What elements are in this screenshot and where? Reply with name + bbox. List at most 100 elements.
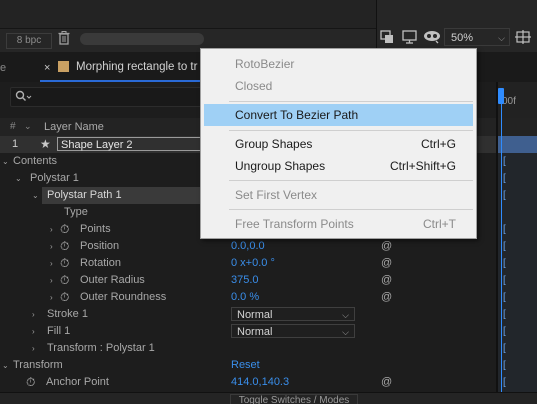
keyframe-marker[interactable]: [ xyxy=(503,221,506,238)
search-input[interactable] xyxy=(10,87,202,107)
menu-item-label: Free Transform Points xyxy=(235,217,354,231)
stopwatch-icon[interactable]: ⏱ xyxy=(26,374,35,391)
zoom-value: 50% xyxy=(451,32,474,44)
stopwatch-icon[interactable]: ⏱ xyxy=(60,289,69,306)
tab-composition[interactable]: Morphing rectangle to tr xyxy=(76,61,201,73)
menu-item-set-first-vertex[interactable]: Set First Vertex xyxy=(201,184,476,206)
keyframe-marker[interactable]: [ xyxy=(503,170,506,187)
column-number[interactable]: # xyxy=(10,121,16,132)
menu-item-shortcut: Ctrl+Shift+G xyxy=(389,159,456,173)
menu-item-label: Closed xyxy=(235,79,273,93)
layer-duration-bar[interactable] xyxy=(498,136,537,153)
rotation-value[interactable]: 0 x+0.0 ° xyxy=(231,255,275,272)
menu-separator xyxy=(229,101,473,102)
twirl-right-icon[interactable]: › xyxy=(50,259,53,268)
stopwatch-icon[interactable]: ⏱ xyxy=(60,272,69,289)
panel-divider[interactable] xyxy=(496,82,498,403)
property-type[interactable]: Type xyxy=(64,204,88,221)
chevron-down-icon: ⌵ xyxy=(342,327,349,337)
keyframe-marker[interactable]: [ xyxy=(503,272,506,289)
twirl-right-icon[interactable]: › xyxy=(50,276,53,285)
zoom-dropdown[interactable]: 50% ⌵ xyxy=(444,28,510,46)
stopwatch-icon[interactable]: ⏱ xyxy=(60,238,69,255)
menu-item-shortcut: Ctrl+G xyxy=(420,137,456,151)
keyframe-marker[interactable]: [ xyxy=(503,357,506,374)
expression-pickwhip-icon[interactable]: @ xyxy=(381,272,392,289)
position-value[interactable]: 0.0,0.0 xyxy=(231,238,265,255)
keyframe-marker[interactable]: [ xyxy=(503,187,506,204)
contents-group[interactable]: Contents xyxy=(13,153,57,170)
panel-menu-icon[interactable]: e xyxy=(0,62,6,74)
keyframe-marker[interactable]: [ xyxy=(503,340,506,357)
twirl-right-icon[interactable]: › xyxy=(32,344,35,353)
fill-group[interactable]: Fill 1 xyxy=(47,323,70,340)
menu-item-label: Convert To Bezier Path xyxy=(235,108,359,122)
close-tab-icon[interactable]: × xyxy=(44,62,50,74)
bit-depth-button[interactable]: 8 bpc xyxy=(6,33,52,49)
fill-blend-mode-select[interactable]: Normal ⌵ xyxy=(231,324,355,338)
outer-roundness-value[interactable]: 0.0 % xyxy=(231,289,259,306)
region-of-interest-icon[interactable] xyxy=(380,30,394,47)
chevron-down-icon: ⌵ xyxy=(498,33,505,43)
keyframe-marker[interactable]: [ xyxy=(503,255,506,272)
property-outer-radius[interactable]: Outer Radius xyxy=(80,272,145,289)
twirl-down-icon[interactable]: ⌄ xyxy=(32,191,39,200)
twirl-down-icon[interactable]: ⌄ xyxy=(2,361,9,370)
grid-guides-icon[interactable] xyxy=(515,30,531,47)
twirl-down-icon[interactable]: ⌄ xyxy=(15,174,22,183)
shape-layer-star-icon: ★ xyxy=(40,137,51,151)
mask-visibility-icon[interactable] xyxy=(423,30,441,47)
transform-polystar-group[interactable]: Transform : Polystar 1 xyxy=(47,340,155,357)
menu-item-rotobezier[interactable]: RotoBezier xyxy=(201,53,476,75)
keyframe-marker[interactable]: [ xyxy=(503,289,506,306)
playhead-handle[interactable] xyxy=(498,88,504,104)
keyframe-marker[interactable]: [ xyxy=(503,153,506,170)
property-rotation[interactable]: Rotation xyxy=(80,255,121,272)
time-ruler-label: 00f xyxy=(502,96,516,107)
transform-reset-link[interactable]: Reset xyxy=(231,357,260,374)
keyframe-marker[interactable]: [ xyxy=(503,238,506,255)
property-position[interactable]: Position xyxy=(80,238,119,255)
keyframe-marker[interactable]: [ xyxy=(503,323,506,340)
trash-icon[interactable] xyxy=(58,31,72,47)
menu-item-label: Group Shapes xyxy=(235,137,313,151)
layer-name-field[interactable]: Shape Layer 2 xyxy=(57,137,203,151)
property-points[interactable]: Points xyxy=(80,221,111,238)
menu-item-closed[interactable]: Closed xyxy=(201,75,476,97)
stroke-blend-mode-value: Normal xyxy=(237,309,273,321)
transform-group[interactable]: Transform xyxy=(13,357,63,374)
polystar-path-group[interactable]: Polystar Path 1 xyxy=(47,187,122,204)
menu-item-ungroup-shapes[interactable]: Ungroup Shapes Ctrl+Shift+G xyxy=(201,155,476,177)
property-outer-roundness[interactable]: Outer Roundness xyxy=(80,289,166,306)
menu-item-convert-to-bezier-path[interactable]: Convert To Bezier Path xyxy=(204,104,473,126)
twirl-right-icon[interactable]: › xyxy=(32,310,35,319)
menu-item-label: Ungroup Shapes xyxy=(235,159,326,173)
stopwatch-icon[interactable]: ⏱ xyxy=(60,221,69,238)
menu-item-free-transform-points[interactable]: Free Transform Points Ctrl+T xyxy=(201,213,476,235)
twirl-right-icon[interactable]: › xyxy=(32,327,35,336)
expression-pickwhip-icon[interactable]: @ xyxy=(381,289,392,306)
stroke-group[interactable]: Stroke 1 xyxy=(47,306,88,323)
monitor-icon[interactable] xyxy=(402,30,417,47)
polystar-group[interactable]: Polystar 1 xyxy=(30,170,79,187)
keyframe-marker[interactable]: [ xyxy=(503,374,506,391)
expression-pickwhip-icon[interactable]: @ xyxy=(381,374,392,391)
outer-radius-value[interactable]: 375.0 xyxy=(231,272,259,289)
column-layer-name[interactable]: Layer Name xyxy=(44,121,104,133)
twirl-down-icon[interactable]: ⌄ xyxy=(2,157,9,166)
twirl-right-icon[interactable]: › xyxy=(50,242,53,251)
expression-pickwhip-icon[interactable]: @ xyxy=(381,255,392,272)
twirl-right-icon[interactable]: › xyxy=(50,225,53,234)
playhead-line xyxy=(501,100,502,403)
composition-swatch xyxy=(58,61,69,72)
twirl-right-icon[interactable]: › xyxy=(50,293,53,302)
expression-pickwhip-icon[interactable]: @ xyxy=(381,238,392,255)
stopwatch-icon[interactable]: ⏱ xyxy=(60,255,69,272)
column-label-icon[interactable]: ⌄ xyxy=(24,121,32,132)
anchor-point-value[interactable]: 414.0,140.3 xyxy=(231,374,289,391)
stroke-blend-mode-select[interactable]: Normal ⌵ xyxy=(231,307,355,321)
menu-item-group-shapes[interactable]: Group Shapes Ctrl+G xyxy=(201,133,476,155)
keyframe-marker[interactable]: [ xyxy=(503,306,506,323)
horizontal-scrollbar[interactable] xyxy=(80,33,204,45)
property-anchor-point[interactable]: Anchor Point xyxy=(46,374,109,391)
